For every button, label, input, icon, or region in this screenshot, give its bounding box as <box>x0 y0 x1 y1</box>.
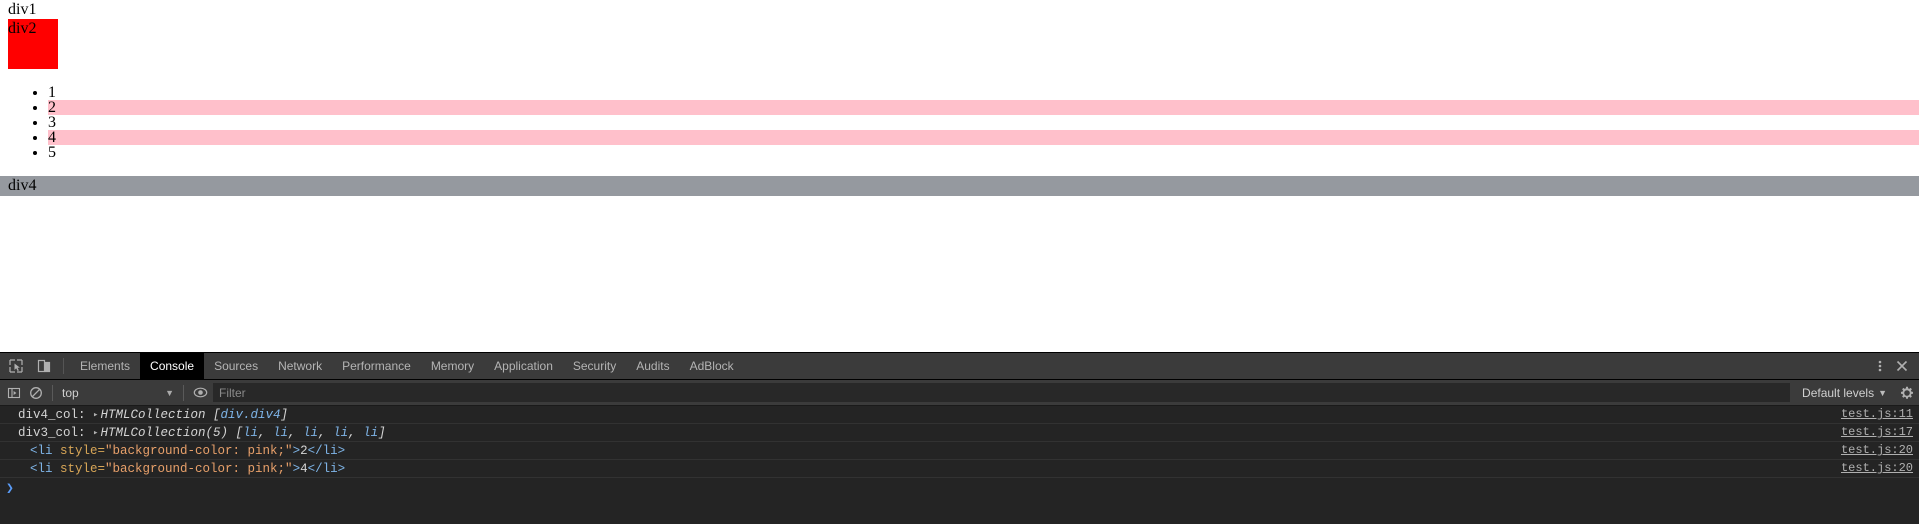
console-filter-toolbar: top ▼ Default levels ▼ <box>0 380 1919 406</box>
console-source-link[interactable]: test.js:17 <box>1841 425 1913 439</box>
bracket-close: ] <box>280 407 289 422</box>
console-messages: div4_col: ▸ HTMLCollection [div.div4] test… <box>0 406 1919 478</box>
div3-list: 12345 <box>0 85 1919 161</box>
console-log-levels-label: Default levels <box>1802 385 1875 400</box>
html-attr-value: "background-color: pink;" <box>105 443 293 458</box>
node-separator: , <box>348 425 364 440</box>
live-expression-icon[interactable] <box>189 382 211 404</box>
tab-memory[interactable]: Memory <box>421 353 484 379</box>
console-filter-input[interactable] <box>213 383 1791 402</box>
list-item: 1 <box>48 85 1919 101</box>
console-prompt[interactable]: ❯ <box>0 478 1919 498</box>
clear-console-icon[interactable] <box>25 382 47 404</box>
console-prompt-chevron: ❯ <box>6 480 14 496</box>
console-context-label: top <box>62 385 79 400</box>
tab-elements[interactable]: Elements <box>70 353 140 379</box>
console-message-label: div3_col: <box>18 425 94 440</box>
console-log-levels-selector[interactable]: Default levels ▼ <box>1794 386 1895 400</box>
chevron-down-icon: ▼ <box>165 387 174 398</box>
div2-red-box: div2 <box>8 19 58 69</box>
devtools-tool-icons <box>0 353 59 379</box>
inspect-element-icon[interactable] <box>5 355 27 377</box>
console-object-type: HTMLCollection(5) <box>100 425 236 440</box>
html-inner-text: 2 <box>300 443 308 458</box>
tab-network[interactable]: Network <box>268 353 332 379</box>
filterbar-divider-2 <box>183 384 184 401</box>
bracket-open: [ <box>235 425 243 440</box>
console-node-ref[interactable]: li <box>363 426 378 440</box>
more-options-icon[interactable] <box>1869 355 1891 377</box>
bracket-open: [ <box>212 407 221 422</box>
close-icon[interactable] <box>1891 355 1913 377</box>
console-node-ref[interactable]: li <box>333 426 348 440</box>
console-node-ref[interactable]: li <box>243 426 258 440</box>
html-attr-name: style= <box>60 461 106 476</box>
html-gt: > <box>292 443 301 458</box>
console-message-label: div4_col: <box>18 407 94 422</box>
tab-console[interactable]: Console <box>140 353 205 379</box>
chevron-down-icon: ▼ <box>1878 387 1887 398</box>
node-separator: , <box>288 425 304 440</box>
html-tag-open: <li <box>30 461 61 476</box>
tab-audits[interactable]: Audits <box>626 353 679 379</box>
tab-security[interactable]: Security <box>563 353 626 379</box>
console-source-link[interactable]: test.js:20 <box>1841 461 1913 475</box>
console-node-ref[interactable]: li <box>303 426 318 440</box>
html-attr-value: "background-color: pink;" <box>105 461 293 476</box>
expand-triangle-icon[interactable]: ▸ <box>93 428 98 438</box>
html-inner-text: 4 <box>300 461 308 476</box>
html-tag-close: </li> <box>307 461 346 476</box>
tab-performance[interactable]: Performance <box>332 353 421 379</box>
console-node-ref[interactable]: div.div4 <box>220 408 280 422</box>
tab-application[interactable]: Application <box>484 353 563 379</box>
device-toolbar-icon[interactable] <box>33 355 55 377</box>
settings-gear-icon[interactable] <box>1895 381 1919 405</box>
devtools-tabs: Elements Console Sources Network Performance… <box>70 353 744 379</box>
node-separator: , <box>318 425 334 440</box>
console-sidebar-icon[interactable] <box>3 382 25 404</box>
div1-block: div1 <box>8 1 37 18</box>
rendered-page: div1 div2 12345 div4 <box>0 0 1919 352</box>
div4-gray-bar: div4 <box>0 176 1919 196</box>
node-separator: , <box>258 425 274 440</box>
html-gt: > <box>292 461 301 476</box>
html-attr-name: style= <box>60 443 106 458</box>
list-item: 3 <box>48 115 1919 131</box>
console-node-ref[interactable]: li <box>273 426 288 440</box>
list-item: 5 <box>48 145 1919 161</box>
filterbar-divider-1 <box>52 384 53 401</box>
bracket-close: ] <box>378 425 386 440</box>
list-item: 2 <box>48 100 1919 116</box>
console-message: <li style= "background-color: pink;" >4 </l… <box>0 460 1919 478</box>
console-object-type: HTMLCollection <box>100 407 213 422</box>
console-context-selector[interactable]: top ▼ <box>58 386 178 400</box>
html-tag-open: <li <box>30 443 61 458</box>
expand-triangle-icon[interactable]: ▸ <box>93 410 98 420</box>
html-tag-close: </li> <box>307 443 346 458</box>
devtools-tabbar-right <box>1858 353 1919 379</box>
console-source-link[interactable]: test.js:11 <box>1841 407 1913 421</box>
tab-adblock[interactable]: AdBlock <box>680 353 744 379</box>
devtools-tabbar: Elements Console Sources Network Performance… <box>0 353 1919 380</box>
console-message: <li style= "background-color: pink;" >2 </l… <box>0 442 1919 460</box>
devtools-panel: Elements Console Sources Network Performance… <box>0 352 1919 524</box>
list-item: 4 <box>48 130 1919 146</box>
tab-sources[interactable]: Sources <box>204 353 268 379</box>
console-message: div4_col: ▸ HTMLCollection [div.div4] test… <box>0 406 1919 424</box>
console-source-link[interactable]: test.js:20 <box>1841 443 1913 457</box>
toolbar-divider <box>63 358 64 374</box>
console-message: div3_col: ▸ HTMLCollection(5) [li, li, li… <box>0 424 1919 442</box>
